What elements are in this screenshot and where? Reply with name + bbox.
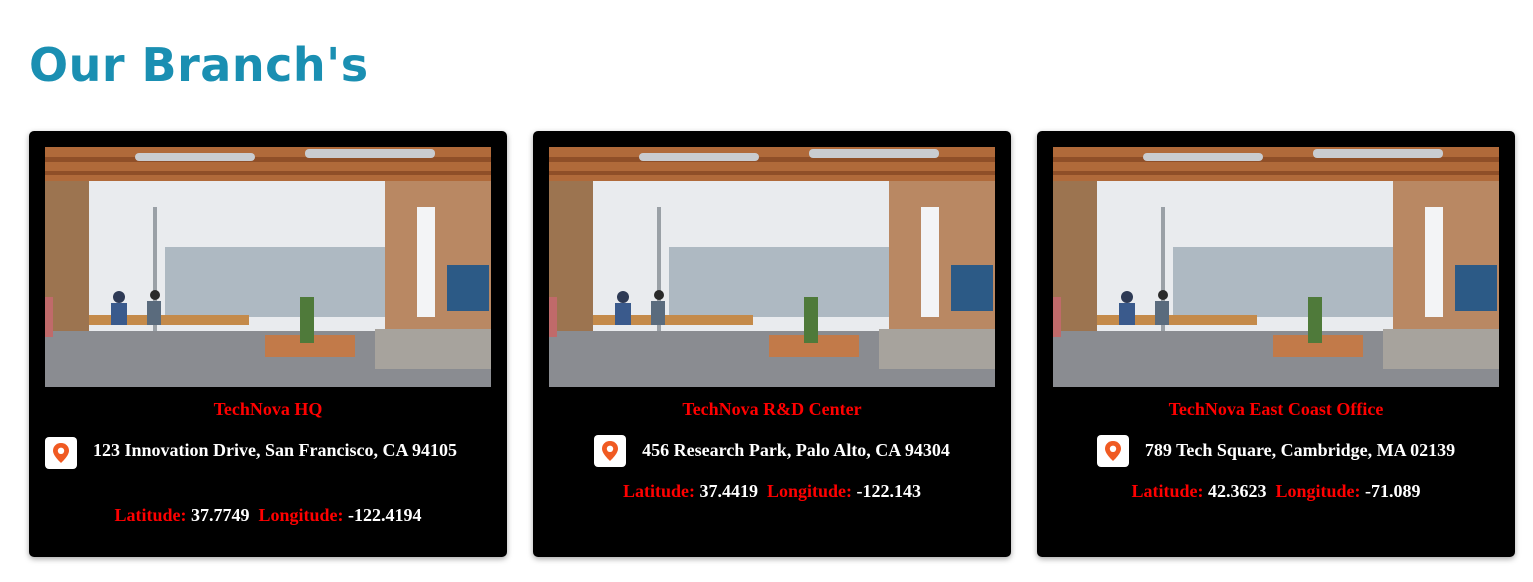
longitude-value: -122.4194 bbox=[348, 505, 422, 525]
office-photo bbox=[1053, 147, 1499, 387]
branch-name: TechNova HQ bbox=[213, 399, 323, 419]
branch-card: TechNova East Coast Office 789 Tech Squa… bbox=[1037, 131, 1515, 557]
latitude-label: Latitude: bbox=[1131, 481, 1204, 501]
map-pin-icon bbox=[594, 435, 627, 467]
address-row: 789 Tech Square, Cambridge, MA 02139 bbox=[1053, 435, 1499, 467]
longitude-value: -71.089 bbox=[1365, 481, 1421, 501]
branch-coordinates: Latitude: 37.4419 Longitude: -122.143 bbox=[533, 481, 1011, 502]
latitude-value: 37.4419 bbox=[699, 481, 758, 501]
latitude-label: Latitude: bbox=[622, 481, 695, 501]
branch-name: TechNova R&D Center bbox=[682, 399, 862, 419]
branch-address: 789 Tech Square, Cambridge, MA 02139 bbox=[1144, 440, 1456, 460]
office-photo bbox=[45, 147, 491, 387]
longitude-label: Longitude: bbox=[1275, 481, 1361, 501]
longitude-label: Longitude: bbox=[258, 505, 344, 525]
latitude-label: Latitude: bbox=[114, 505, 187, 525]
branch-card: TechNova HQ 123 Innovation Drive, San Fr… bbox=[29, 131, 507, 557]
branch-coordinates: Latitude: 37.7749 Longitude: -122.4194 bbox=[29, 505, 507, 526]
address-row: 123 Innovation Drive, San Francisco, CA … bbox=[45, 437, 491, 469]
latitude-value: 37.7749 bbox=[190, 505, 250, 525]
address-row: 456 Research Park, Palo Alto, CA 94304 bbox=[549, 435, 995, 467]
map-pin-icon bbox=[45, 437, 77, 469]
map-pin-icon bbox=[1096, 435, 1129, 467]
longitude-value: -122.143 bbox=[856, 481, 922, 501]
office-photo bbox=[549, 147, 995, 387]
page-title: Our Branch's bbox=[29, 38, 369, 92]
longitude-label: Longitude: bbox=[766, 481, 853, 501]
branch-card: TechNova R&D Center 456 Research Park, P… bbox=[533, 131, 1011, 557]
branch-name: TechNova East Coast Office bbox=[1168, 399, 1384, 419]
branch-address: 456 Research Park, Palo Alto, CA 94304 bbox=[642, 440, 950, 460]
branch-coordinates: Latitude: 42.3623 Longitude: -71.089 bbox=[1037, 481, 1515, 502]
branch-card-list: TechNova HQ 123 Innovation Drive, San Fr… bbox=[29, 131, 1516, 557]
branch-address: 123 Innovation Drive, San Francisco, CA … bbox=[93, 440, 458, 460]
latitude-value: 42.3623 bbox=[1207, 481, 1267, 501]
